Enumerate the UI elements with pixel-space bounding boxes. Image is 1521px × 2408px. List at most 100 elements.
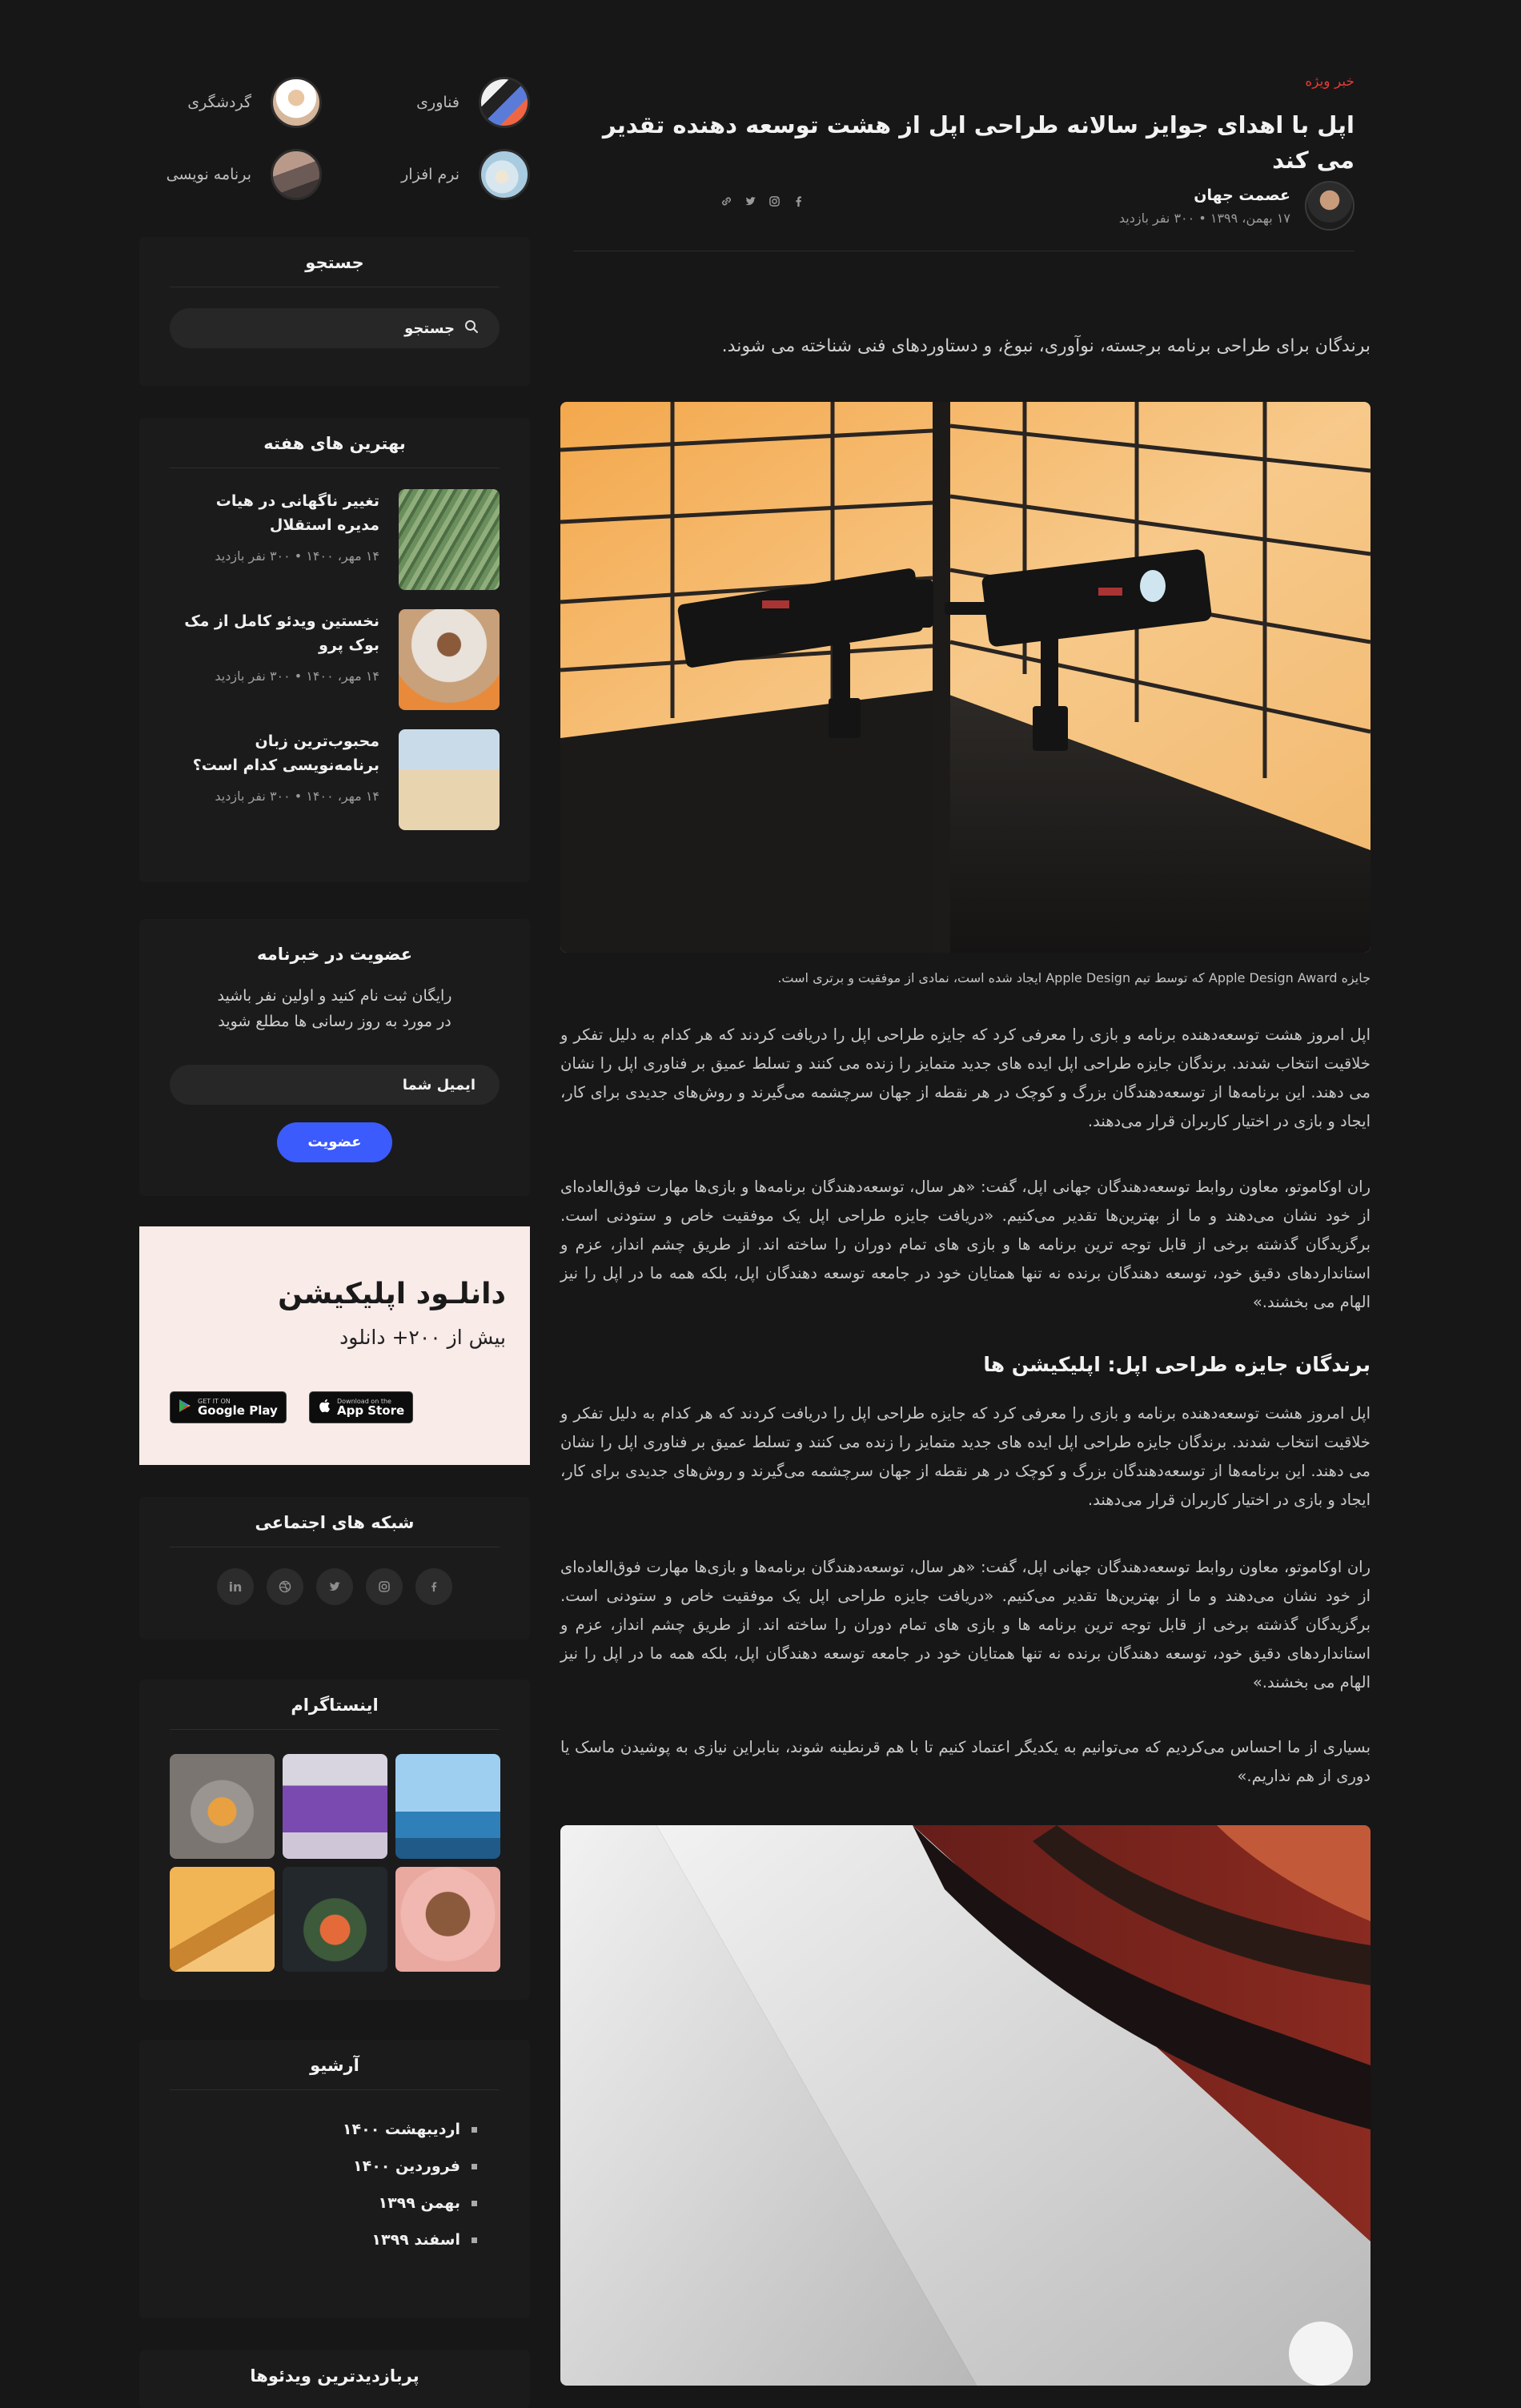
archive-item[interactable]: اردیبهشت ۱۴۰۰ (139, 2111, 477, 2148)
google-play-icon (179, 1399, 191, 1417)
instagram-photo[interactable] (395, 1754, 500, 1859)
facebook-icon[interactable] (791, 194, 805, 208)
linkedin-icon[interactable]: in (217, 1568, 254, 1605)
article-paragraph-3: اپل امروز هشت توسعه‌دهنده برنامه و بازی … (560, 1404, 1371, 1509)
post-title[interactable]: تغییر ناگهانی در هیات مدیره استقلال (170, 489, 379, 537)
article-lead: برندگان برای طراحی برنامه برجسته، نوآوری… (721, 336, 1371, 356)
author-meta: عصمت جهان ۱۷ بهمن، ۱۳۹۹ • ۳۰۰ نفر بازدید (1119, 187, 1290, 226)
email-field-label: ایمیل شما (402, 1076, 476, 1094)
link-icon[interactable] (719, 194, 733, 208)
google-play-button[interactable]: GET IT ON Google Play (170, 1391, 287, 1423)
google-play-text: GET IT ON Google Play (198, 1398, 278, 1417)
newsletter-text-line-1: رایگان ثبت نام کنید و اولین نفر باشید (217, 987, 452, 1005)
category-software[interactable]: نرم افزار (401, 149, 530, 200)
article-date-views: ۱۷ بهمن، ۱۳۹۹ • ۳۰۰ نفر بازدید (1118, 210, 1290, 226)
twitter-icon[interactable] (316, 1568, 353, 1605)
category-programming-image (271, 149, 322, 200)
author-name[interactable]: عصمت جهان (1119, 187, 1290, 204)
category-programming[interactable]: برنامه نویسی (167, 149, 322, 200)
subscribe-button[interactable]: عضویت (277, 1122, 392, 1162)
twitter-icon[interactable] (743, 194, 757, 208)
article-paragraph-5: بسیاری از ما احساس می‌کردیم که می‌توانیم… (560, 1738, 1371, 1785)
instagram-photo[interactable] (283, 1754, 387, 1859)
category-software-image (479, 149, 530, 200)
article-kicker[interactable]: خبر ویژه (1305, 74, 1354, 90)
article-paragraph-4: ران اوکاموتو، معاون روابط توسعه‌دهندگان … (560, 1558, 1371, 1692)
instagram-icon[interactable] (767, 194, 781, 208)
google-play-big: Google Play (198, 1403, 278, 1418)
dribbble-icon[interactable] (267, 1568, 303, 1605)
app-store-text: Download on the App Store (337, 1398, 404, 1417)
post-thumbnail (399, 609, 500, 710)
archive-item[interactable]: اسفند ۱۳۹۹ (139, 2221, 477, 2258)
email-field[interactable]: ایمیل شما (170, 1065, 500, 1105)
post-body: محبوب‌ترین زبان برنامه‌نویسی کدام است؟ ۱… (170, 729, 379, 804)
category-label: فناوری (416, 94, 460, 111)
app-download-banner: دانلـود اپلیکیشن بیش از ۲۰۰+ دانلود Down… (139, 1226, 530, 1465)
social-icons: in (139, 1568, 530, 1605)
social-widget: شبکه های اجتماعی in (139, 1497, 530, 1639)
article-paragraph-2: ران اوکاموتو، معاون روابط توسعه‌دهندگان … (560, 1178, 1371, 1311)
category-label: گردشگری (187, 94, 251, 111)
instagram-widget: اینستاگرام (139, 1680, 530, 2000)
archive-item[interactable]: فروردین ۱۴۰۰ (139, 2148, 477, 2185)
videos-widget: پربازدیدترین ویدئوها (139, 2350, 530, 2408)
apple-icon (318, 1399, 331, 1417)
search-label: جستجو (404, 319, 455, 337)
category-tourism-image (271, 77, 322, 128)
post-thumbnail (399, 729, 500, 830)
widget-divider (170, 1729, 500, 1730)
instagram-icon[interactable] (366, 1568, 403, 1605)
post-title[interactable]: محبوب‌ترین زبان برنامه‌نویسی کدام است؟ (170, 729, 379, 777)
archive-list: اردیبهشت ۱۴۰۰ فروردین ۱۴۰۰ بهمن ۱۳۹۹ اسف… (139, 2111, 530, 2258)
archive-widget-title: آرشیو (310, 2056, 359, 2075)
best-week-post[interactable]: محبوب‌ترین زبان برنامه‌نویسی کدام است؟ ۱… (170, 729, 500, 830)
search-input[interactable]: جستجو (170, 308, 500, 348)
post-meta: ۱۴ مهر، ۱۴۰۰ • ۳۰۰ نفر بازدید (215, 668, 379, 684)
newsletter-title: عضویت در خبرنامه (256, 945, 413, 964)
social-widget-title: شبکه های اجتماعی (255, 1513, 415, 1532)
best-week-post[interactable]: تغییر ناگهانی در هیات مدیره استقلال ۱۴ م… (170, 489, 500, 590)
article-hero-image (560, 402, 1371, 953)
newsletter-text: رایگان ثبت نام کنید و اولین نفر باشید در… (139, 983, 530, 1034)
article-second-image (560, 1825, 1371, 2386)
post-title[interactable]: نخستین ویدئو کامل از مک بوک پرو (170, 609, 379, 657)
category-grid: فناوری گردشگری نرم افزار برنامه نویسی (139, 66, 530, 211)
instagram-widget-title: اینستاگرام (291, 1696, 379, 1715)
facebook-icon[interactable] (415, 1568, 452, 1605)
instagram-photo[interactable] (283, 1867, 387, 1972)
newsletter-widget: عضویت در خبرنامه رایگان ثبت نام کنید و ا… (139, 919, 530, 1196)
best-week-widget: بهترین های هفته تغییر ناگهانی در هیات مد… (139, 418, 530, 882)
post-body: تغییر ناگهانی در هیات مدیره استقلال ۱۴ م… (170, 489, 379, 564)
post-meta: ۱۴ مهر، ۱۴۰۰ • ۳۰۰ نفر بازدید (215, 789, 379, 804)
instagram-photo[interactable] (170, 1754, 275, 1859)
image-caption: جایزه Apple Design Award که توسط تیم App… (777, 970, 1371, 985)
post-meta: ۱۴ مهر، ۱۴۰۰ • ۳۰۰ نفر بازدید (215, 548, 379, 564)
instagram-photo[interactable] (170, 1867, 275, 1972)
best-week-post[interactable]: نخستین ویدئو کامل از مک بوک پرو ۱۴ مهر، … (170, 609, 500, 710)
author-avatar[interactable] (1305, 181, 1354, 231)
instagram-grid (170, 1754, 500, 1972)
search-widget: جستجو جستجو (139, 237, 530, 386)
category-technology[interactable]: فناوری (416, 77, 530, 128)
author-block: عصمت جهان ۱۷ بهمن، ۱۳۹۹ • ۳۰۰ نفر بازدید (1119, 181, 1354, 231)
archive-item[interactable]: بهمن ۱۳۹۹ (139, 2185, 477, 2221)
archive-widget: آرشیو اردیبهشت ۱۴۰۰ فروردین ۱۴۰۰ بهمن ۱۳… (139, 2040, 530, 2318)
post-body: نخستین ویدئو کامل از مک بوک پرو ۱۴ مهر، … (170, 609, 379, 684)
category-tourism[interactable]: گردشگری (187, 77, 322, 128)
newsletter-text-line-2: در مورد به روز رسانی ها مطلع شوید (218, 1013, 451, 1030)
search-widget-title: جستجو (305, 253, 364, 272)
app-store-button[interactable]: Download on the App Store (309, 1391, 414, 1423)
app-banner-title: دانلـود اپلیکیشن (278, 1278, 506, 1310)
category-label: نرم افزار (401, 166, 460, 183)
share-icons (719, 194, 805, 208)
instagram-photo[interactable] (395, 1867, 500, 1972)
category-label: برنامه نویسی (166, 166, 251, 183)
app-store-big: App Store (337, 1403, 405, 1418)
videos-widget-title: پربازدیدترین ویدئوها (250, 2366, 419, 2386)
widget-divider (170, 2089, 500, 2090)
article-paragraph-1: اپل امروز هشت توسعه‌دهنده برنامه و بازی … (560, 1025, 1371, 1130)
post-thumbnail (399, 489, 500, 590)
page: { "article": { "kicker": "خبر ویژه", "ti… (0, 0, 1521, 2408)
best-week-title: بهترین های هفته (263, 434, 406, 453)
